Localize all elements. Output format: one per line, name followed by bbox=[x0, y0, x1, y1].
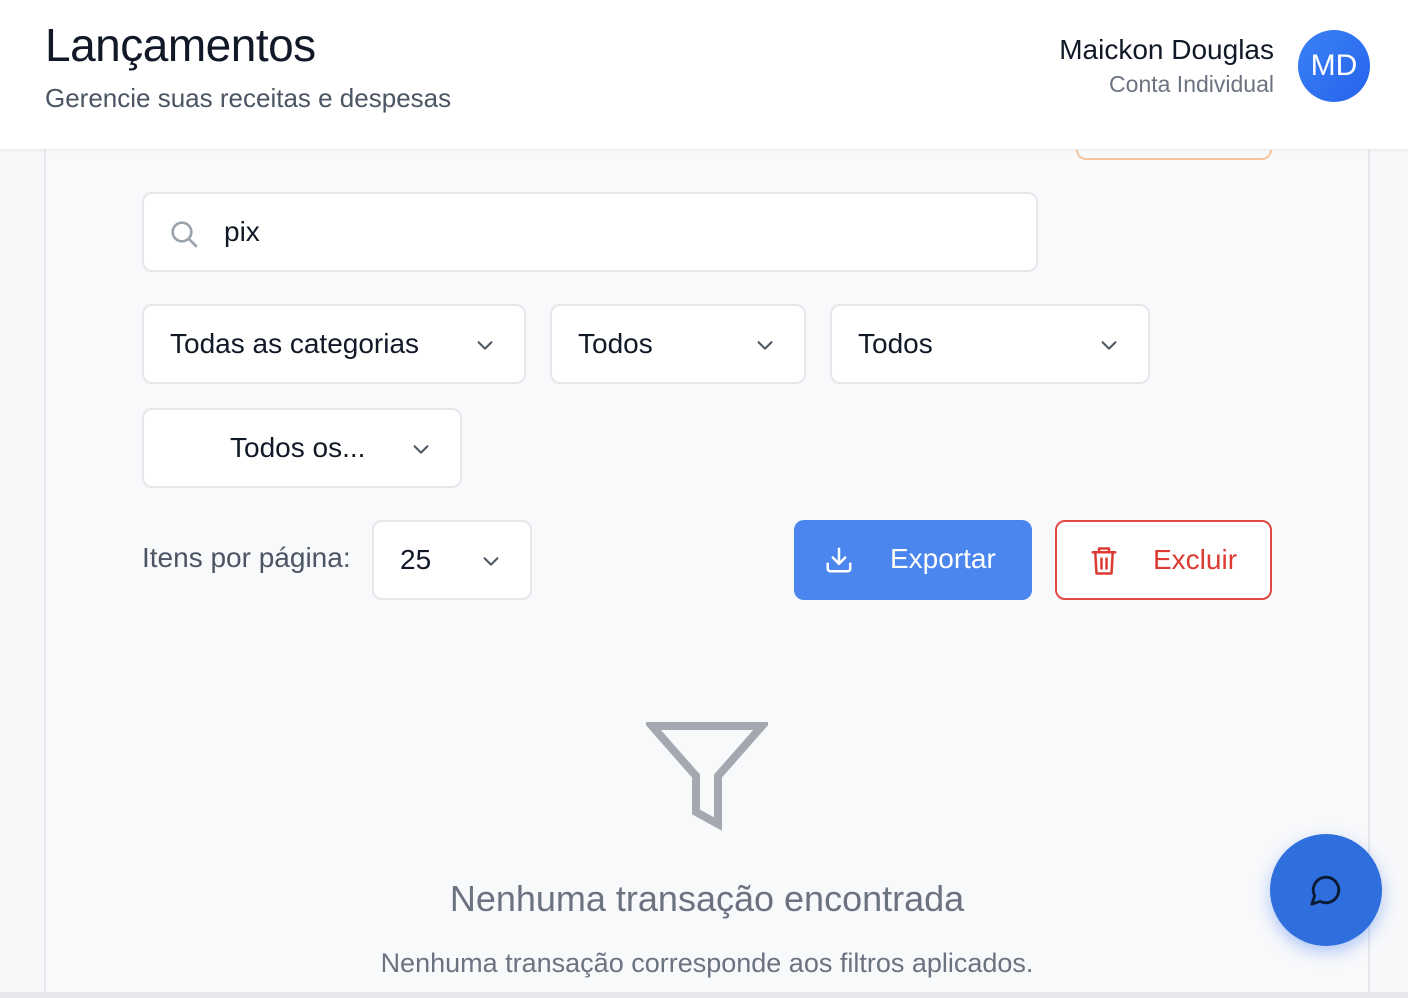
chevron-down-icon bbox=[413, 445, 429, 454]
chevron-down-icon bbox=[1101, 341, 1117, 350]
search-input[interactable] bbox=[224, 208, 1004, 256]
avatar[interactable]: MD bbox=[1298, 30, 1370, 102]
bottom-border bbox=[0, 992, 1408, 998]
delete-button-label: Excluir bbox=[1153, 544, 1238, 575]
user-info[interactable]: Maickon Douglas Conta Individual bbox=[1059, 33, 1274, 101]
export-button-label: Exportar bbox=[890, 543, 996, 574]
chevron-down-icon bbox=[757, 341, 773, 350]
page-title: Lançamentos bbox=[45, 19, 316, 71]
status-select[interactable]: Todos bbox=[830, 304, 1150, 384]
filter-icon bbox=[646, 722, 768, 831]
period-select-value: Todos os... bbox=[230, 432, 366, 463]
download-icon bbox=[826, 547, 852, 573]
chevron-down-icon bbox=[483, 557, 499, 566]
page-header: Lançamentos Gerencie suas receitas e des… bbox=[0, 0, 1408, 150]
search-icon bbox=[171, 221, 198, 248]
search-box[interactable] bbox=[142, 192, 1038, 272]
category-select-value: Todas as categorias bbox=[170, 328, 420, 359]
delete-button[interactable]: Excluir bbox=[1055, 520, 1272, 600]
type-select-value: Todos bbox=[578, 328, 653, 359]
status-select-value: Todos bbox=[858, 328, 933, 359]
chat-bubble-icon bbox=[1310, 875, 1341, 906]
export-button[interactable]: Exportar bbox=[794, 520, 1032, 600]
page-subtitle: Gerencie suas receitas e despesas bbox=[45, 83, 452, 113]
user-name: Maickon Douglas bbox=[1059, 34, 1274, 65]
items-per-page-label: Itens por página: bbox=[142, 542, 351, 573]
period-select[interactable]: Todos os... bbox=[142, 408, 462, 488]
items-per-page-value: 25 bbox=[400, 544, 432, 575]
category-select[interactable]: Todas as categorias bbox=[142, 304, 526, 384]
chevron-down-icon bbox=[477, 341, 493, 350]
empty-state-description: Nenhuma transação corresponde aos filtro… bbox=[380, 948, 1034, 978]
type-select[interactable]: Todos bbox=[550, 304, 806, 384]
chat-button[interactable] bbox=[1270, 834, 1382, 946]
trash-icon bbox=[1091, 547, 1117, 575]
user-account-type: Conta Individual bbox=[1109, 71, 1274, 97]
empty-state-title: Nenhuma transação encontrada bbox=[449, 878, 965, 919]
items-per-page-select[interactable]: 25 bbox=[372, 520, 532, 600]
